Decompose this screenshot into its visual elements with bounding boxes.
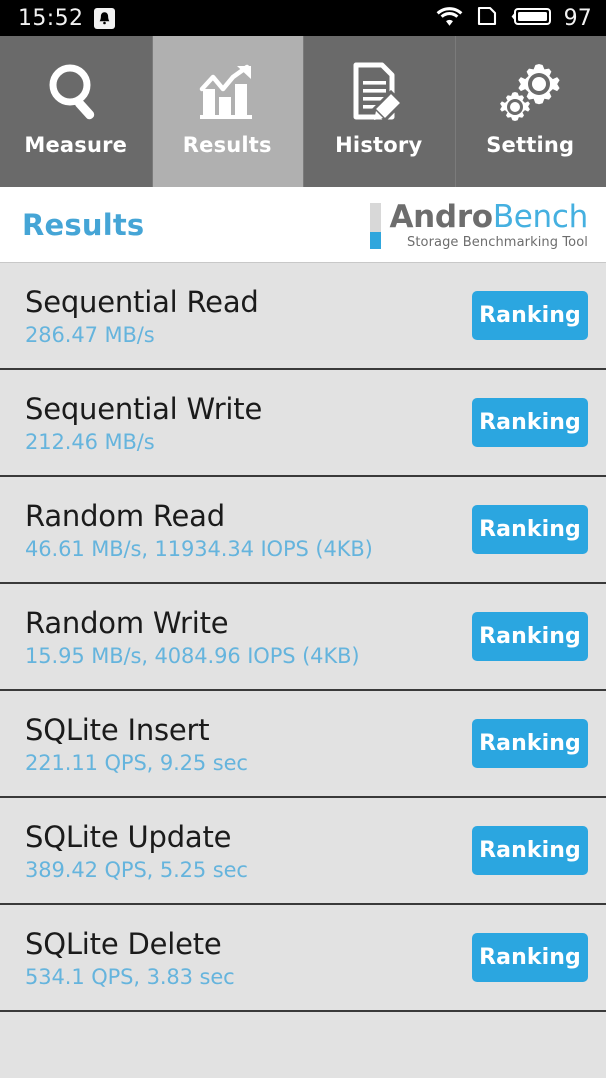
- result-value: 46.61 MB/s, 11934.34 IOPS (4KB): [25, 536, 373, 561]
- result-name: Random Read: [25, 498, 225, 533]
- result-row-text: Sequential Read 286.47 MB/s: [25, 285, 259, 347]
- ranking-button[interactable]: Ranking: [472, 719, 588, 768]
- logo-subtitle: Storage Benchmarking Tool: [406, 234, 588, 250]
- logo-text: AndroBench Storage Benchmarking Tool: [389, 200, 588, 250]
- result-name: SQLite Update: [25, 819, 232, 854]
- status-bar-right: 97: [436, 4, 592, 32]
- tab-measure[interactable]: Measure: [0, 36, 152, 187]
- result-value: 534.1 QPS, 3.83 sec: [25, 964, 235, 989]
- app-root: 15:52 97 Measure Results History Setting…: [0, 0, 606, 1078]
- result-value: 212.46 MB/s: [25, 429, 155, 454]
- result-name: SQLite Insert: [25, 712, 210, 747]
- tab-results-label: Results: [182, 133, 272, 157]
- result-name: Random Write: [25, 605, 229, 640]
- ranking-button[interactable]: Ranking: [472, 505, 588, 554]
- result-value: 15.95 MB/s, 4084.96 IOPS (4KB): [25, 643, 360, 668]
- result-name: SQLite Delete: [25, 926, 222, 961]
- result-row-text: SQLite Delete 534.1 QPS, 3.83 sec: [25, 927, 235, 989]
- ranking-button[interactable]: Ranking: [472, 612, 588, 661]
- result-value: 286.47 MB/s: [25, 322, 155, 347]
- logo-andro-part: Andro: [389, 198, 493, 235]
- bar-chart-icon: [194, 58, 260, 126]
- tab-history[interactable]: History: [303, 36, 455, 187]
- sim-card-icon: [475, 4, 499, 32]
- tab-results[interactable]: Results: [151, 36, 303, 187]
- result-row-random-read: Random Read 46.61 MB/s, 11934.34 IOPS (4…: [0, 477, 606, 584]
- logo-wordmark: AndroBench: [389, 200, 588, 234]
- result-name: Sequential Read: [25, 284, 259, 319]
- result-row-random-write: Random Write 15.95 MB/s, 4084.96 IOPS (4…: [0, 584, 606, 691]
- logo-bench-part: Bench: [492, 198, 588, 235]
- ranking-button[interactable]: Ranking: [472, 398, 588, 447]
- gears-icon: [497, 58, 563, 126]
- tab-measure-label: Measure: [24, 133, 128, 157]
- logo-bar-icon: [370, 202, 382, 249]
- result-value: 221.11 QPS, 9.25 sec: [25, 750, 248, 775]
- battery-icon: [511, 6, 552, 31]
- result-row-text: SQLite Update 389.42 QPS, 5.25 sec: [25, 820, 248, 882]
- result-row-sequential-read: Sequential Read 286.47 MB/s Ranking: [0, 263, 606, 370]
- tab-setting-label: Setting: [486, 133, 575, 157]
- ranking-button[interactable]: Ranking: [472, 826, 588, 875]
- result-row-text: SQLite Insert 221.11 QPS, 9.25 sec: [25, 713, 248, 775]
- bell-icon: [94, 7, 116, 29]
- status-bar: 15:52 97: [0, 0, 606, 36]
- result-row-text: Sequential Write 212.46 MB/s: [25, 392, 262, 454]
- ranking-button[interactable]: Ranking: [472, 291, 588, 340]
- tab-history-label: History: [335, 133, 423, 157]
- result-row-sqlite-delete: SQLite Delete 534.1 QPS, 3.83 sec Rankin…: [0, 905, 606, 1012]
- page-title: Results: [22, 207, 145, 242]
- result-row-sequential-write: Sequential Write 212.46 MB/s Ranking: [0, 370, 606, 477]
- result-row-sqlite-insert: SQLite Insert 221.11 QPS, 9.25 sec Ranki…: [0, 691, 606, 798]
- androbench-logo: AndroBench Storage Benchmarking Tool: [370, 200, 588, 250]
- page-header: Results AndroBench Storage Benchmarking …: [0, 187, 606, 263]
- tab-bar: Measure Results History Setting: [0, 36, 606, 187]
- result-row-sqlite-update: SQLite Update 389.42 QPS, 5.25 sec Ranki…: [0, 798, 606, 905]
- status-bar-clock: 15:52: [18, 5, 84, 31]
- tab-setting[interactable]: Setting: [454, 36, 606, 187]
- results-list: Sequential Read 286.47 MB/s Ranking Sequ…: [0, 263, 606, 1078]
- result-value: 389.42 QPS, 5.25 sec: [25, 857, 248, 882]
- result-row-text: Random Write 15.95 MB/s, 4084.96 IOPS (4…: [25, 606, 360, 668]
- ranking-button[interactable]: Ranking: [472, 933, 588, 982]
- result-row-text: Random Read 46.61 MB/s, 11934.34 IOPS (4…: [25, 499, 373, 561]
- document-pencil-icon: [346, 58, 412, 126]
- wifi-icon: [436, 6, 463, 31]
- battery-percent-label: 97: [563, 5, 592, 31]
- status-bar-left: 15:52: [18, 5, 116, 31]
- result-name: Sequential Write: [25, 391, 263, 426]
- magnifier-icon: [43, 58, 109, 126]
